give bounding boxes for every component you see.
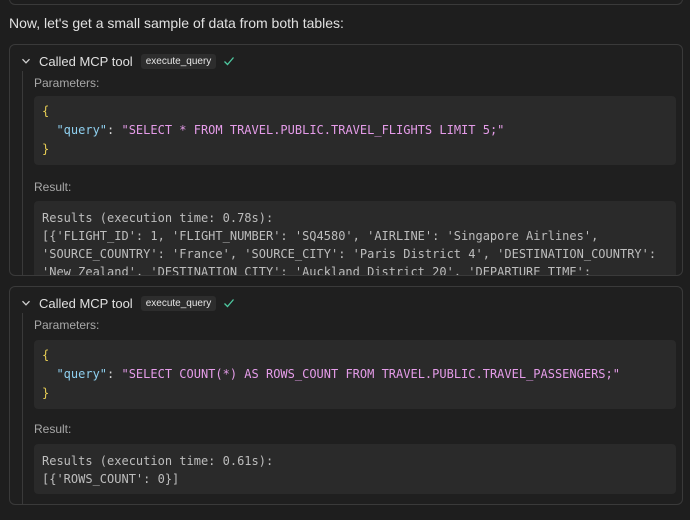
result-line: [{'FLIGHT_ID': 1, 'FLIGHT_NUMBER': 'SQ45… [42,229,599,243]
result-line: 'SOURCE_COUNTRY': 'France', 'SOURCE_CITY… [42,247,657,261]
tool-call-header[interactable]: Called MCP tool execute_query [19,295,236,311]
tool-call-card: Called MCP tool execute_query Parameters… [9,44,683,276]
chevron-down-icon[interactable] [19,54,33,68]
open-brace: { [42,348,50,362]
tool-call-label: Called MCP tool [39,53,133,69]
param-value: "SELECT COUNT(*) AS ROWS_COUNT FROM TRAV… [121,367,620,381]
param-value: "SELECT * FROM TRAVEL.PUBLIC.TRAVEL_FLIG… [121,123,505,137]
close-brace: } [42,142,50,156]
previous-card-edge [9,0,683,5]
param-key: "query" [56,367,108,381]
tool-call-body: Parameters: { "query": "SELECT COUNT(*) … [22,313,682,504]
tool-call-card: Called MCP tool execute_query Parameters… [9,286,683,505]
check-icon [222,54,236,68]
result-line: [{'ROWS_COUNT': 0}] [42,472,180,486]
chevron-down-icon[interactable] [19,296,33,310]
tool-name-badge: execute_query [140,53,217,69]
result-line: Results (execution time: 0.78s): [42,211,274,225]
open-brace: { [42,104,50,118]
parameters-label: Parameters: [34,76,100,90]
tool-call-label: Called MCP tool [39,295,133,311]
parameters-code-block: { "query": "SELECT COUNT(*) AS ROWS_COUN… [34,340,676,409]
param-key: "query" [56,123,108,137]
parameters-label: Parameters: [34,318,100,332]
tool-name-badge: execute_query [140,295,217,311]
close-brace: } [42,386,50,400]
result-line: 'New Zealand', 'DESTINATION_CITY': 'Auck… [42,265,592,276]
result-code-block[interactable]: Results (execution time: 0.61s): [{'ROWS… [34,444,676,494]
result-code-block[interactable]: Results (execution time: 0.78s): [{'FLIG… [34,201,676,276]
result-label: Result: [34,422,72,436]
tool-call-header[interactable]: Called MCP tool execute_query [19,53,236,69]
intro-text: Now, let's get a small sample of data fr… [9,15,344,31]
check-icon [222,296,236,310]
result-label: Result: [34,180,72,194]
tool-call-body: Parameters: { "query": "SELECT * FROM TR… [22,71,682,275]
result-line: Results (execution time: 0.61s): [42,454,274,468]
parameters-code-block: { "query": "SELECT * FROM TRAVEL.PUBLIC.… [34,96,676,165]
